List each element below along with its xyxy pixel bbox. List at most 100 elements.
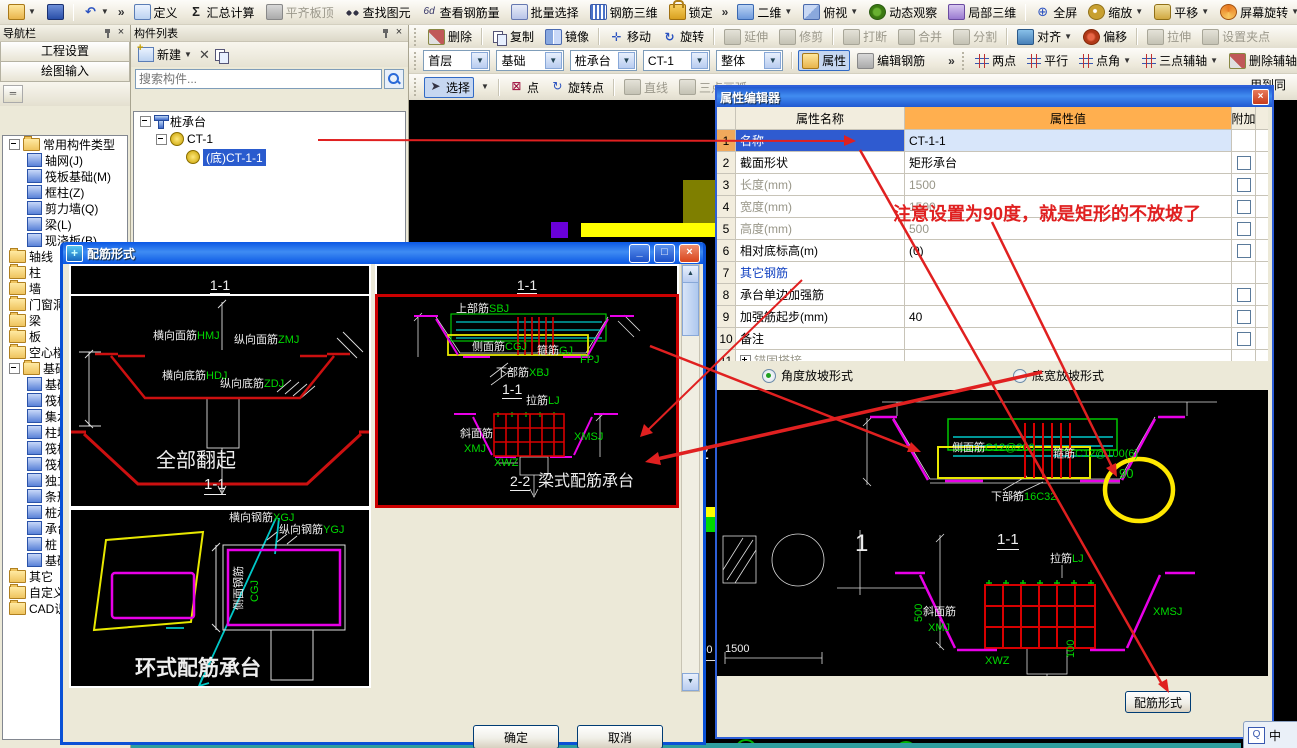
edit-rebar-button[interactable]: 编辑钢筋 (853, 50, 929, 71)
close-icon[interactable]: × (393, 27, 405, 39)
component-node-pile-cap[interactable]: 桩承台 (134, 112, 405, 130)
copy-button[interactable]: 复制 (488, 26, 538, 47)
zoom-button[interactable]: 缩放 ▼ (1084, 2, 1147, 23)
select-tool-button[interactable]: ➤ 选择 (424, 76, 475, 98)
view-2d-button[interactable]: 二维 ▼ (733, 2, 796, 23)
delete-aux-axis-button[interactable]: 删除辅轴 (1225, 50, 1297, 71)
lock-button[interactable]: 锁定 (665, 0, 717, 23)
find-element-button[interactable]: 查找图元 (341, 2, 415, 23)
point-tool-button[interactable]: ⊠ 点 (505, 77, 543, 98)
full-screen-button[interactable]: ⊕ 全屏 (1031, 2, 1081, 23)
nav-node-shear-wall[interactable]: 剪力墙(Q) (3, 200, 127, 216)
collapse-icon[interactable] (140, 115, 151, 127)
property-value[interactable]: 矩形承台 (905, 152, 1232, 173)
property-value[interactable]: 1500 (905, 174, 1232, 195)
form-option-all-flipped[interactable]: 横向面筋HMJ 纵向面筋ZMJ 横向底筋HDJ 纵向底筋ZDJ 全部翻起 1-1 (69, 294, 371, 508)
orbit-button[interactable]: 动态观察 (865, 2, 941, 23)
scroll-down-icon[interactable]: ▼ (682, 673, 699, 691)
three-point-aux-axis-button[interactable]: 三点辅轴 ▼ (1138, 50, 1222, 71)
rotate-point-tool-button[interactable]: ↻ 旋转点 (546, 77, 608, 98)
collapse-icon[interactable] (9, 362, 20, 374)
copy-component-icon[interactable] (214, 48, 229, 64)
pan-button[interactable]: 平移 ▼ (1150, 2, 1213, 23)
screen-rotate-button[interactable]: 屏幕旋转 ▼ (1216, 2, 1297, 23)
element-type-select[interactable]: 桩承台 ▼ (569, 50, 637, 71)
open-button[interactable]: ▼ (4, 2, 40, 22)
dialog-titlebar[interactable]: + 配筋形式 _ □ × (63, 242, 703, 264)
mirror-button[interactable]: 镜像 (541, 26, 593, 47)
property-value[interactable] (905, 328, 1232, 349)
new-component-button[interactable]: 新建▼ (135, 42, 195, 64)
batch-select-button[interactable]: 批量选择 (507, 2, 583, 23)
component-select[interactable]: CT-1 ▼ (642, 50, 711, 71)
parallel-axis-button[interactable]: 平行 (1023, 50, 1072, 71)
toolbar-overflow[interactable]: » (116, 5, 127, 19)
property-value[interactable] (905, 262, 1232, 283)
align-button[interactable]: 对齐 ▼ (1013, 26, 1076, 47)
nav-node-beam[interactable]: 梁(L) (3, 216, 127, 232)
property-row-length[interactable]: 3 长度(mm) 1500 (717, 174, 1268, 196)
rotate-button[interactable]: ↻ 旋转 (658, 26, 708, 47)
extra-checkbox[interactable] (1236, 331, 1251, 346)
offset-button[interactable]: 偏移 (1079, 26, 1131, 47)
property-row-edge-strengthen-rebar[interactable]: 8 承台单边加强筋 (717, 284, 1268, 306)
extra-checkbox[interactable] (1236, 309, 1251, 324)
local-3d-button[interactable]: 局部三维 (944, 2, 1020, 23)
save-button[interactable] (43, 2, 68, 22)
maximize-icon[interactable]: □ (654, 243, 675, 263)
property-value[interactable]: 40 (905, 306, 1232, 327)
form-option-beam-type-selected[interactable]: 上部筋SBJ 侧面筋CGJ 箍筋GJ FPJ 下部筋XBJ 1-1 拉筋LJ 斜… (375, 294, 679, 508)
collapse-icon[interactable] (156, 133, 167, 145)
scrolled-item-sliver[interactable]: 1-1 (69, 264, 371, 296)
whole-select[interactable]: 整体 ▼ (716, 50, 784, 71)
define-button[interactable]: 定义 (130, 2, 182, 23)
scroll-up-icon[interactable]: ▲ (682, 265, 699, 283)
delete-button[interactable]: 删除 (424, 26, 476, 47)
nav-node-common-types[interactable]: 常用构件类型 (3, 136, 127, 152)
scrollbar-thumb[interactable] (682, 282, 699, 336)
summary-calc-button[interactable]: Σ 汇总计算 (185, 2, 259, 23)
property-row-other-rebar[interactable]: 7 其它钢筋 (717, 262, 1268, 284)
toolbar-overflow[interactable]: » (720, 5, 731, 19)
property-editor-titlebar[interactable]: 属性编辑器 × (717, 87, 1272, 107)
extra-checkbox[interactable] (1236, 221, 1251, 236)
property-value[interactable]: CT-1-1 (905, 130, 1232, 151)
pin-icon[interactable] (103, 28, 112, 39)
extra-checkbox[interactable] (1236, 243, 1251, 258)
form-option-ring-type[interactable]: 横向钢筋XGJ 纵向钢筋YGJ 侧面钢筋 CGJ 环式配筋承台 (69, 508, 371, 688)
rebar-3d-button[interactable]: 钢筋三维 (586, 2, 662, 23)
properties-button[interactable]: 属性 (798, 50, 851, 71)
close-icon[interactable]: × (1252, 89, 1269, 105)
point-angle-axis-button[interactable]: 点角 ▼ (1075, 50, 1135, 71)
collapse-icon[interactable] (9, 138, 20, 150)
extra-checkbox[interactable] (1236, 287, 1251, 302)
property-value[interactable]: (0) (905, 240, 1232, 261)
dialog-scrollbar[interactable]: ▲ ▼ (681, 264, 700, 692)
property-row-remark[interactable]: 10 备注 (717, 328, 1268, 350)
tab-project-settings[interactable]: 工程设置 (0, 42, 130, 62)
select-dropdown[interactable]: ▼ (477, 81, 493, 93)
extra-checkbox[interactable] (1236, 177, 1251, 192)
radio-bottom-width-slope[interactable]: 底宽放坡形式 (1013, 367, 1104, 384)
property-value[interactable] (905, 284, 1232, 305)
nav-node-axis-grid[interactable]: 轴网(J) (3, 152, 127, 168)
move-button[interactable]: ✛ 移动 (605, 26, 655, 47)
component-node-ct11[interactable]: (底)CT-1-1 (134, 148, 405, 166)
scrolled-item-sliver[interactable]: 1-1 (375, 264, 679, 296)
extra-checkbox[interactable] (1236, 155, 1251, 170)
tab-draw-input[interactable]: 绘图输入 (0, 62, 130, 82)
search-input[interactable] (135, 69, 382, 89)
component-node-ct1[interactable]: CT-1 (134, 130, 405, 148)
search-icon[interactable] (384, 69, 404, 89)
view-rebar-button[interactable]: 6d 查看钢筋量 (418, 2, 504, 23)
ok-button[interactable]: 确定 (473, 725, 559, 748)
toolbar-overflow[interactable]: » (946, 54, 957, 68)
two-point-axis-button[interactable]: 两点 (971, 50, 1020, 71)
undo-button[interactable]: ↶ ▼ (79, 3, 113, 21)
property-row-section-shape[interactable]: 2 截面形状 矩形承台 (717, 152, 1268, 174)
rebar-form-button[interactable]: 配筋形式 (1125, 691, 1191, 713)
minimize-icon[interactable]: _ (629, 243, 650, 263)
layers-icon[interactable]: ═ (3, 85, 23, 103)
property-row-bottom-elevation[interactable]: 6 相对底标高(m) (0) (717, 240, 1268, 262)
close-icon[interactable]: × (115, 27, 127, 39)
